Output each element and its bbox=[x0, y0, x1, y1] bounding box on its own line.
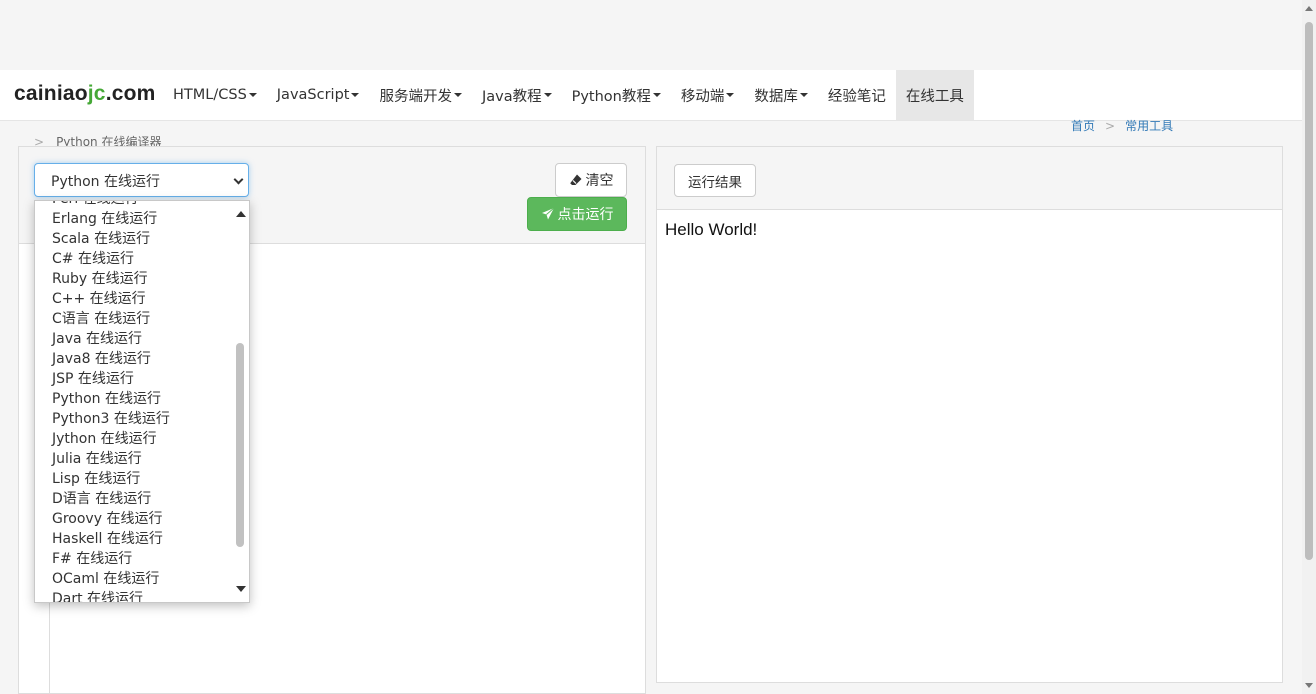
eraser-icon bbox=[569, 174, 581, 185]
language-option[interactable]: C语言 在线运行 bbox=[35, 309, 235, 329]
breadcrumb-tools-link[interactable]: 常用工具 bbox=[1125, 119, 1173, 133]
language-option[interactable]: Dart 在线运行 bbox=[35, 589, 235, 602]
language-option[interactable]: Java 在线运行 bbox=[35, 329, 235, 349]
chevron-down-icon bbox=[233, 174, 244, 185]
run-result-button[interactable]: 运行结果 bbox=[674, 164, 756, 197]
language-option[interactable]: C# 在线运行 bbox=[35, 249, 235, 269]
nav-item-label: 在线工具 bbox=[905, 88, 964, 105]
language-option[interactable]: Python3 在线运行 bbox=[35, 409, 235, 429]
run-button[interactable]: 点击运行 bbox=[527, 197, 627, 231]
nav-item[interactable]: 数据库 bbox=[744, 70, 818, 120]
language-option[interactable]: Java8 在线运行 bbox=[35, 349, 235, 369]
caret-down-icon bbox=[453, 93, 462, 97]
breadcrumb-home-link[interactable]: 首页 bbox=[1071, 119, 1095, 133]
language-option[interactable]: OCaml 在线运行 bbox=[35, 569, 235, 589]
language-option[interactable]: Jython 在线运行 bbox=[35, 429, 235, 449]
nav-item-label: Java教程 bbox=[481, 88, 542, 105]
nav-item[interactable]: 服务端开发 bbox=[369, 70, 472, 120]
clear-button[interactable]: 清空 bbox=[555, 163, 627, 197]
language-option[interactable]: F# 在线运行 bbox=[35, 549, 235, 569]
result-panel-header: 运行结果 bbox=[657, 147, 1282, 210]
caret-down-icon bbox=[543, 93, 552, 97]
language-option[interactable]: Erlang 在线运行 bbox=[35, 209, 235, 229]
nav-menu: HTML/CSS JavaScript 服务端开发 Java教程 Python教程 移动端… bbox=[163, 70, 974, 120]
nav-item-label: JavaScript bbox=[276, 87, 350, 103]
caret-down-icon bbox=[248, 93, 257, 97]
nav-item[interactable]: Python教程 bbox=[562, 70, 671, 120]
language-option[interactable]: Groovy 在线运行 bbox=[35, 509, 235, 529]
language-option[interactable]: Lisp 在线运行 bbox=[35, 469, 235, 489]
caret-down-icon bbox=[799, 93, 808, 97]
language-select[interactable]: Python 在线运行 bbox=[34, 163, 249, 197]
nav-item-label: 服务端开发 bbox=[379, 88, 452, 105]
caret-down-icon bbox=[351, 93, 360, 97]
page-scroll-up-icon[interactable] bbox=[1305, 6, 1313, 11]
scroll-up-arrow-icon[interactable] bbox=[236, 211, 246, 217]
language-option[interactable]: D语言 在线运行 bbox=[35, 489, 235, 509]
nav-item[interactable]: 经验笔记 bbox=[818, 70, 896, 120]
nav-item[interactable]: HTML/CSS bbox=[163, 70, 267, 120]
nav-item-label: 移动端 bbox=[680, 88, 725, 105]
language-option[interactable]: Scala 在线运行 bbox=[35, 229, 235, 249]
nav-item[interactable]: Java教程 bbox=[472, 70, 562, 120]
language-option[interactable]: Ruby 在线运行 bbox=[35, 269, 235, 289]
language-option[interactable]: C++ 在线运行 bbox=[35, 289, 235, 309]
result-output: Hello World! bbox=[665, 220, 758, 239]
nav-item[interactable]: 移动端 bbox=[671, 70, 745, 120]
main-navbar: cainiaojc.com HTML/CSS JavaScript 服务端开发 Jav… bbox=[0, 70, 1302, 121]
site-logo[interactable]: cainiaojc.com bbox=[14, 82, 156, 106]
dropdown-scrollbar[interactable] bbox=[233, 201, 249, 602]
language-option[interactable]: Perl 在线运行 bbox=[35, 201, 235, 209]
nav-item-label: Python教程 bbox=[571, 88, 651, 105]
nav-item-label: 数据库 bbox=[754, 88, 798, 105]
language-options: Perl 在线运行Erlang 在线运行Scala 在线运行C# 在线运行Rub… bbox=[35, 201, 235, 602]
breadcrumb-links: 首页 > 常用工具 bbox=[1071, 119, 1174, 133]
language-option[interactable]: Julia 在线运行 bbox=[35, 449, 235, 469]
language-option[interactable]: Haskell 在线运行 bbox=[35, 529, 235, 549]
caret-down-icon bbox=[726, 93, 735, 97]
send-icon bbox=[541, 207, 554, 220]
nav-item[interactable]: 在线工具 bbox=[895, 70, 974, 120]
scroll-down-arrow-icon[interactable] bbox=[236, 586, 246, 592]
language-option[interactable]: JSP 在线运行 bbox=[35, 369, 235, 389]
nav-item[interactable]: JavaScript bbox=[267, 70, 370, 120]
nav-item-label: 经验笔记 bbox=[827, 88, 886, 105]
language-dropdown-list[interactable]: Perl 在线运行Erlang 在线运行Scala 在线运行C# 在线运行Rub… bbox=[34, 200, 250, 603]
top-banner-area bbox=[0, 0, 1302, 70]
nav-item-label: HTML/CSS bbox=[173, 87, 247, 103]
language-option[interactable]: Python 在线运行 bbox=[35, 389, 235, 409]
page-scroll-thumb[interactable] bbox=[1305, 22, 1313, 560]
dropdown-scroll-thumb[interactable] bbox=[236, 343, 244, 547]
page-scrollbar[interactable] bbox=[1302, 0, 1316, 694]
page-scroll-down-icon[interactable] bbox=[1305, 683, 1313, 688]
result-panel: 运行结果 Hello World! bbox=[656, 146, 1283, 683]
caret-down-icon bbox=[652, 93, 661, 97]
